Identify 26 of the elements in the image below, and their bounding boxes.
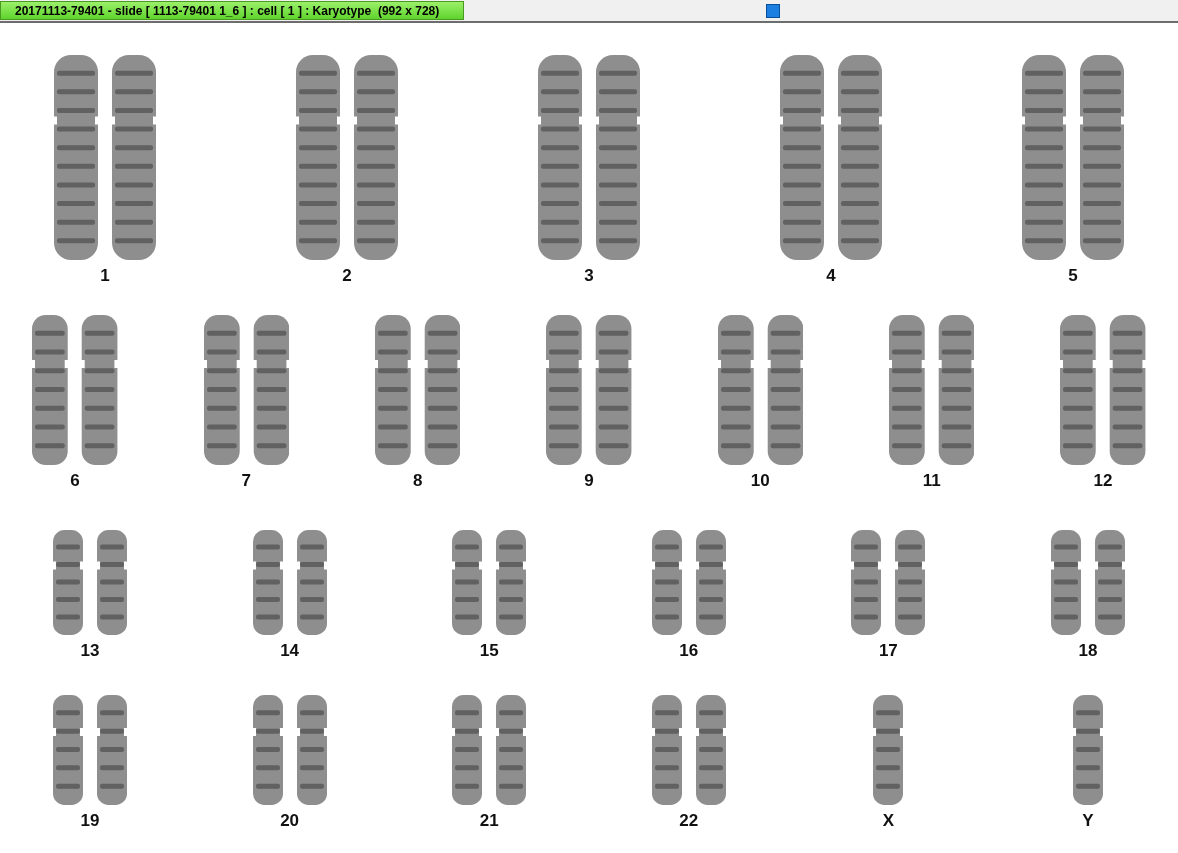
chromosome-number: 17	[878, 641, 898, 661]
chromosome-number: 11	[922, 471, 941, 491]
chromosome-number: 14	[280, 641, 300, 661]
chromosome-number: 18	[1078, 641, 1098, 661]
chromosome-number: 4	[826, 266, 836, 286]
chromosome-number: 20	[280, 811, 300, 831]
chromosome-number: 12	[1093, 471, 1113, 491]
chromosome-number: 2	[342, 266, 352, 286]
chromosome-number: 10	[750, 471, 770, 491]
chromosome-number: 19	[80, 811, 100, 831]
scroll-marker[interactable]	[766, 3, 780, 18]
chromosome-number: 15	[479, 641, 499, 661]
chromosome-number: Y	[1082, 811, 1094, 831]
chromosome-number: 21	[479, 811, 499, 831]
chromosome-number: 9	[584, 471, 594, 491]
chromosome-number: 1	[100, 266, 110, 286]
chromosome-number: 7	[241, 471, 252, 491]
chromosome-number: 8	[412, 471, 423, 491]
chromosome-number: X	[882, 811, 895, 831]
chromosome-number: 13	[80, 641, 100, 661]
chromosome-number: 6	[70, 471, 80, 491]
chromosome-number: 22	[679, 811, 699, 831]
chromosome-number: 3	[584, 266, 594, 286]
window-title-tab[interactable]: 20171113-79401 - slide [ 1113-79401 1_6 ] : cell [ 1 ] : Karyotype (992 x 728)	[0, 1, 464, 20]
chromosome-number: 5	[1068, 266, 1078, 286]
chromosome-number: 16	[679, 641, 699, 661]
